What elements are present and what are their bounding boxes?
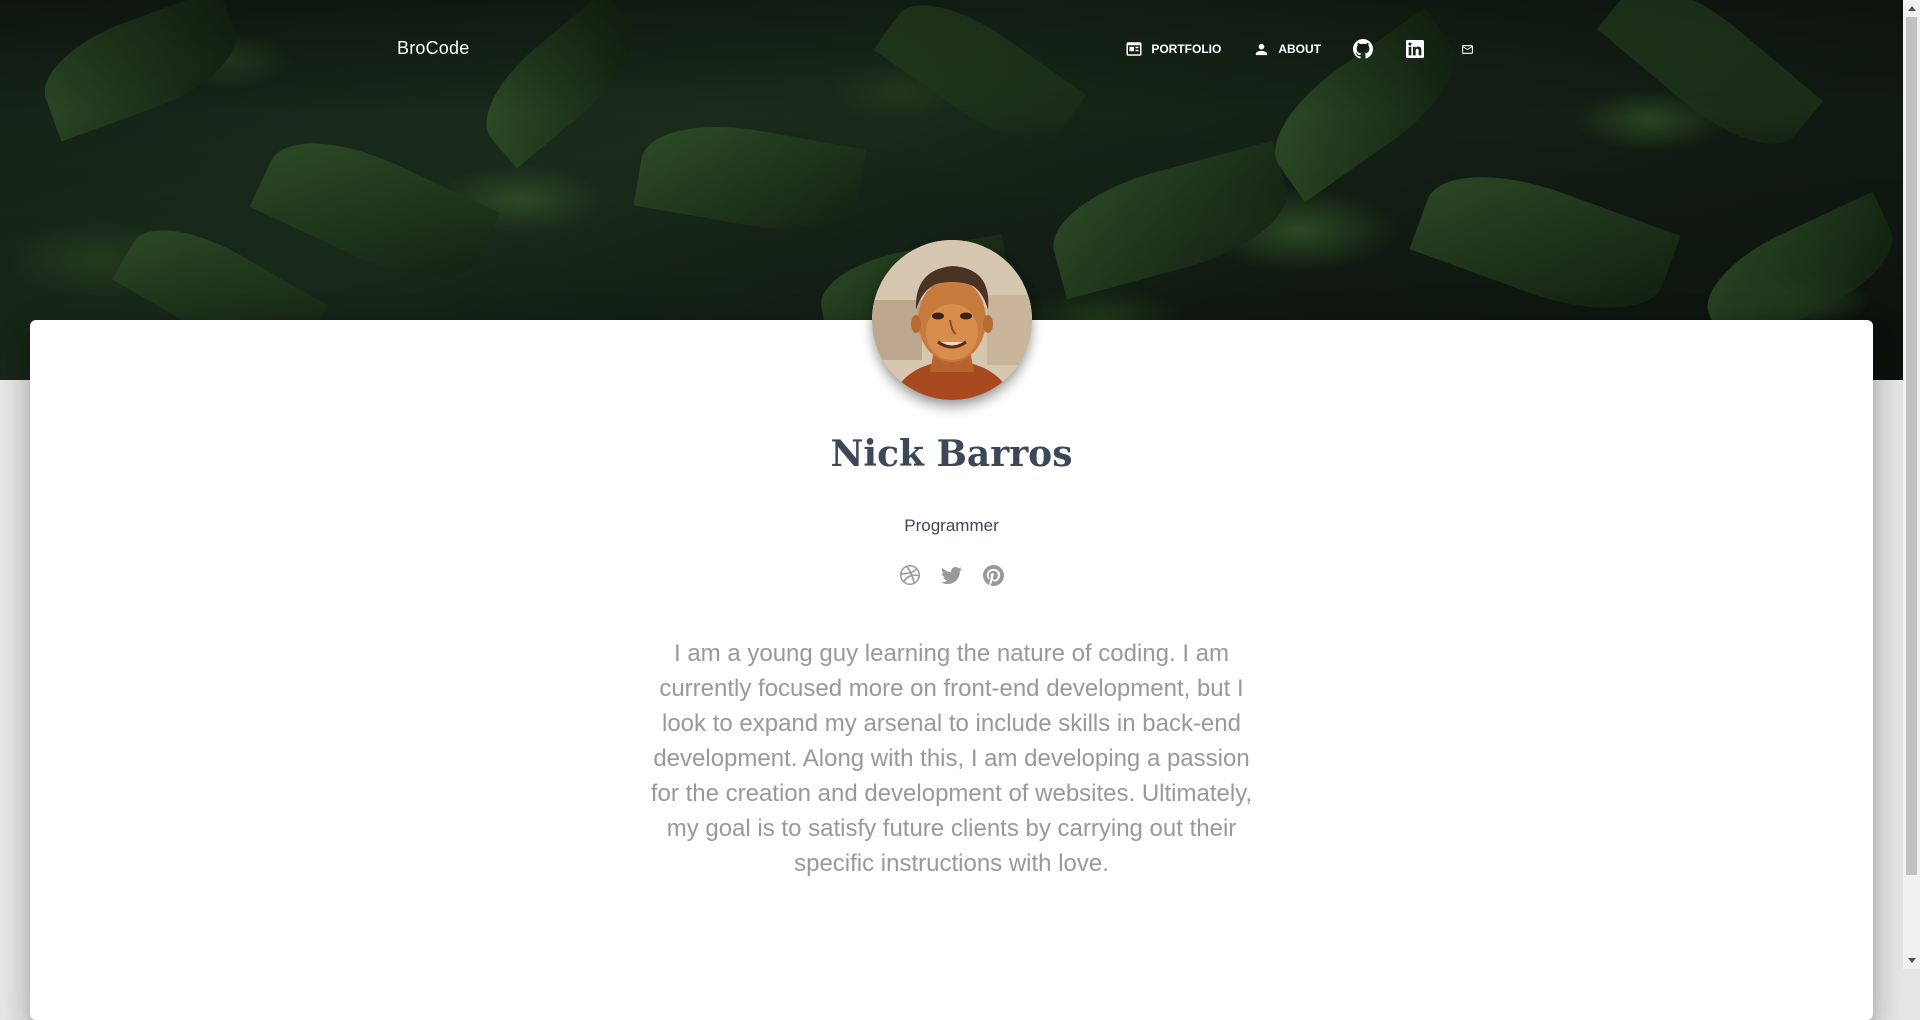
- dashboard-icon: [1125, 40, 1143, 58]
- pinterest-icon: [983, 564, 1004, 586]
- nav-link-github[interactable]: [1337, 36, 1389, 62]
- profile-role: Programmer: [904, 516, 999, 535]
- social-links: [0, 564, 1903, 586]
- profile-name: Nick Barros: [830, 433, 1073, 475]
- brand-logo-link[interactable]: BroCode: [397, 38, 469, 59]
- nav-link-portfolio-label: PORTFOLIO: [1151, 42, 1222, 56]
- social-link-pinterest[interactable]: [983, 564, 1005, 586]
- avatar: [872, 240, 1032, 400]
- nav-link-linkedin[interactable]: [1389, 36, 1441, 62]
- twitter-icon: [941, 565, 962, 586]
- scroll-down-arrow-icon[interactable]: [1903, 952, 1920, 969]
- person-icon: [1253, 41, 1270, 58]
- nav-link-portfolio[interactable]: PORTFOLIO: [1109, 36, 1237, 62]
- page-scrollbar[interactable]: [1903, 0, 1920, 969]
- social-link-dribbble[interactable]: [899, 564, 921, 586]
- nav-link-about-label: ABOUT: [1278, 42, 1321, 56]
- mail-icon: [1461, 43, 1474, 56]
- nav-link-mail[interactable]: [1441, 36, 1493, 62]
- social-link-twitter[interactable]: [941, 564, 963, 586]
- scrollbar-thumb[interactable]: [1906, 17, 1917, 875]
- linkedin-icon: [1406, 40, 1424, 58]
- nav-link-about[interactable]: ABOUT: [1237, 37, 1337, 62]
- scroll-up-arrow-icon[interactable]: [1903, 0, 1920, 17]
- profile-bio: I am a young guy learning the nature of …: [650, 640, 1253, 877]
- github-icon: [1353, 39, 1373, 59]
- navbar: BroCode PORTFOLIO ABOUT: [0, 0, 1905, 100]
- nav-links: PORTFOLIO ABOUT: [1109, 36, 1493, 62]
- dribbble-icon: [899, 565, 920, 585]
